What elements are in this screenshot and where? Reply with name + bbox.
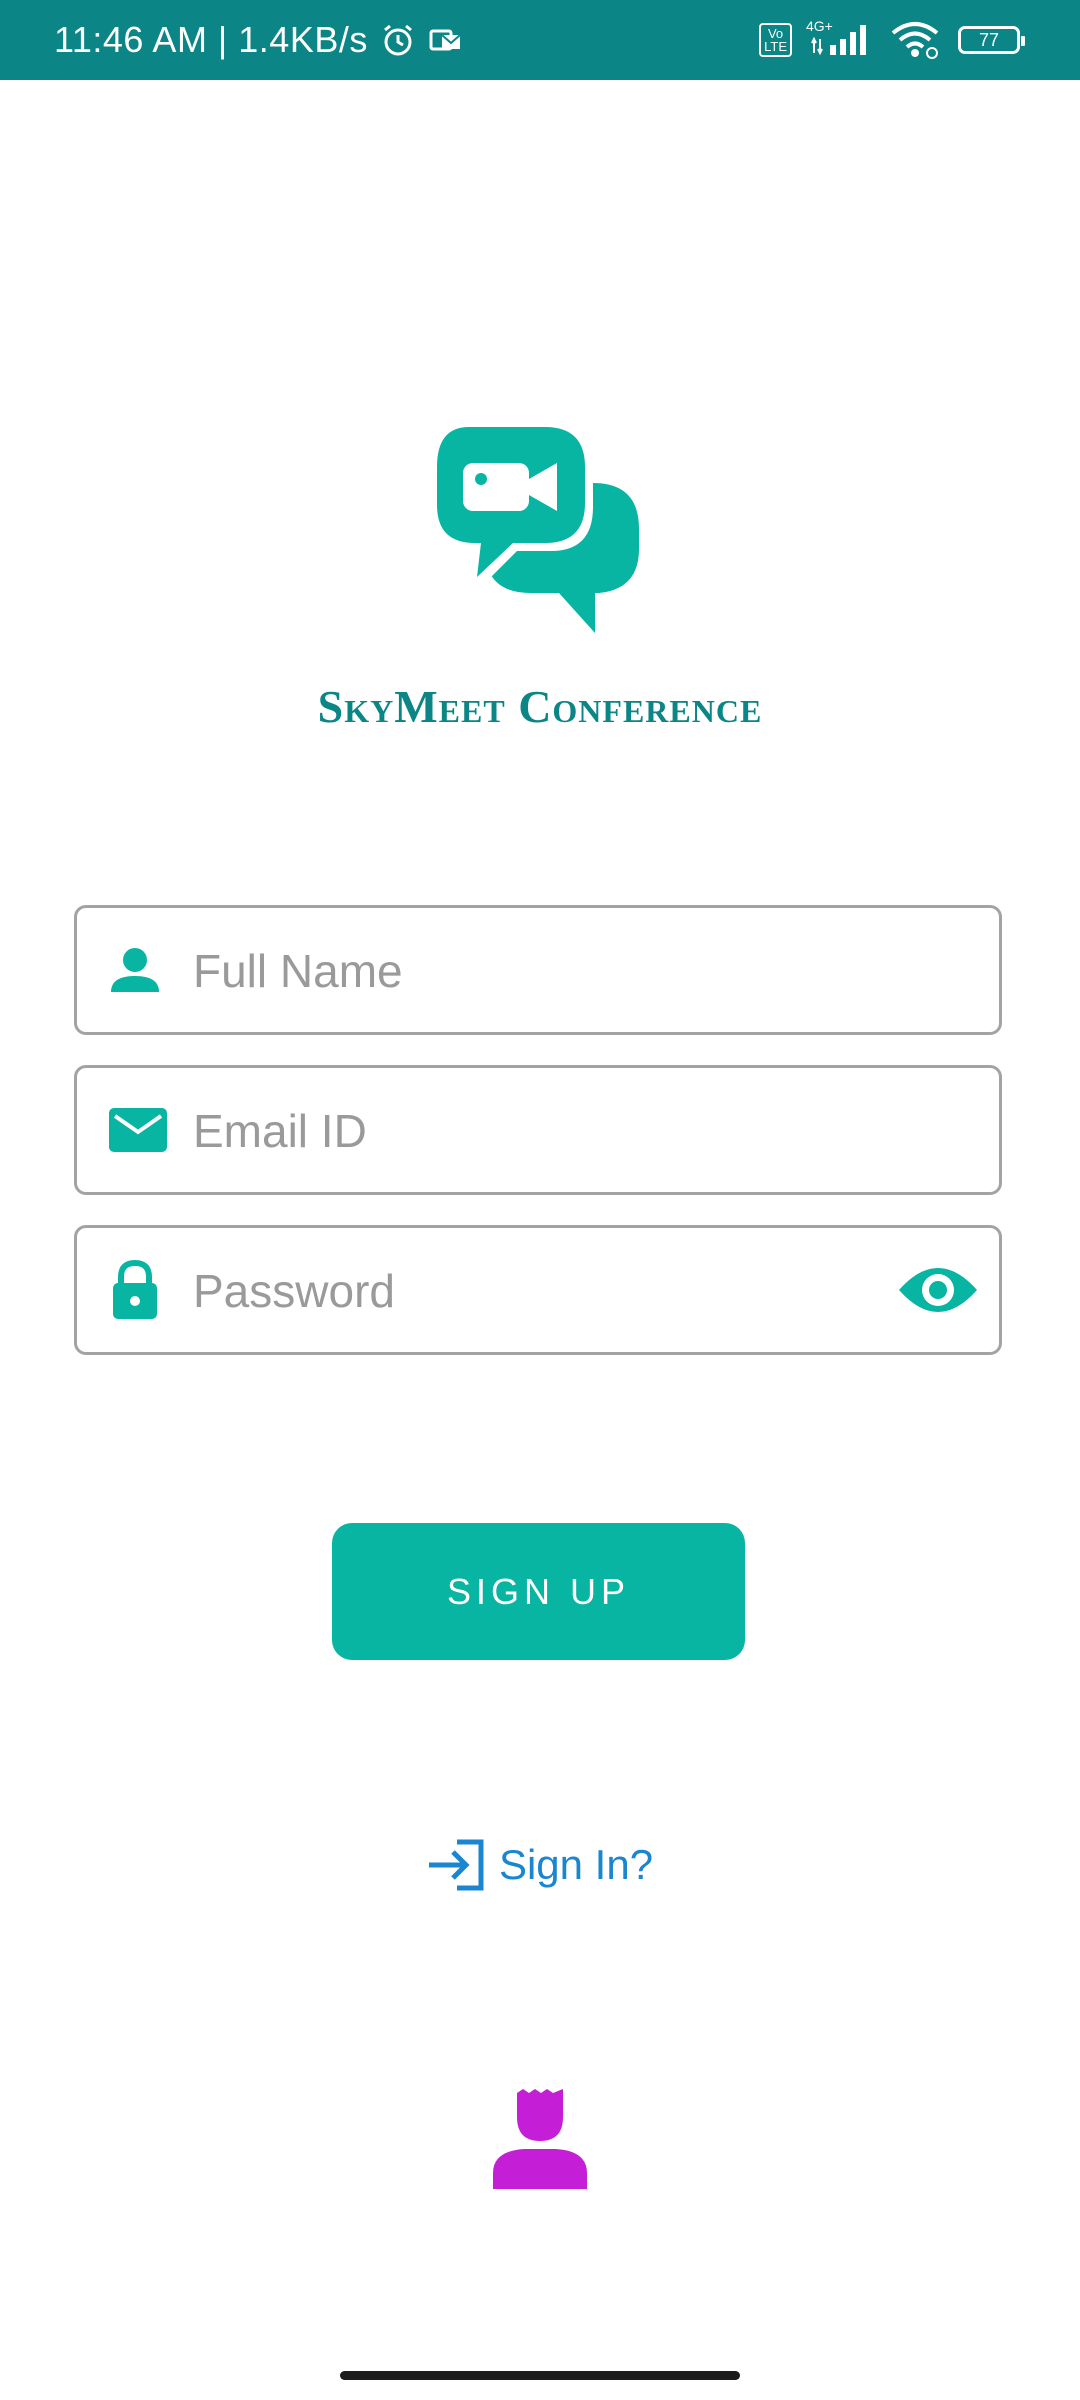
status-bar: 11:46 AM | 1.4KB/s Vo LTE 4G+ 77 xyxy=(0,0,1080,80)
notification-icon xyxy=(428,25,464,55)
alarm-icon xyxy=(380,22,416,58)
status-right: Vo LTE 4G+ 77 xyxy=(759,0,1025,80)
full-name-field[interactable] xyxy=(74,905,1002,1035)
full-name-input[interactable] xyxy=(191,908,889,1034)
person-icon xyxy=(109,908,161,1032)
sign-in-label: Sign In? xyxy=(498,1841,654,1888)
email-input[interactable] xyxy=(191,1068,889,1194)
volte-icon: Vo LTE xyxy=(759,23,792,57)
app-logo xyxy=(435,425,645,640)
battery-icon: 77 xyxy=(958,26,1025,54)
password-field[interactable] xyxy=(74,1225,1002,1355)
wifi-icon xyxy=(890,21,940,59)
home-indicator[interactable] xyxy=(340,2371,740,2380)
user-icon[interactable] xyxy=(490,2085,590,2194)
signal-icon: 4G+ xyxy=(806,19,872,57)
login-icon xyxy=(427,1838,485,1892)
app-title: SkyMeet Conference xyxy=(317,681,763,732)
battery-level: 77 xyxy=(978,29,1000,50)
sign-in-link[interactable]: Sign In? xyxy=(0,1835,1080,1895)
network-type: 4G+ xyxy=(806,18,833,34)
password-input[interactable] xyxy=(191,1228,889,1354)
status-left: 11:46 AM | 1.4KB/s xyxy=(54,0,464,80)
lock-icon xyxy=(109,1228,161,1352)
status-time: 11:46 AM | 1.4KB/s xyxy=(54,19,368,60)
mail-icon xyxy=(109,1068,167,1192)
sign-up-button[interactable]: SIGN UP xyxy=(332,1523,745,1660)
show-password-icon[interactable] xyxy=(897,1228,979,1352)
email-field[interactable] xyxy=(74,1065,1002,1195)
